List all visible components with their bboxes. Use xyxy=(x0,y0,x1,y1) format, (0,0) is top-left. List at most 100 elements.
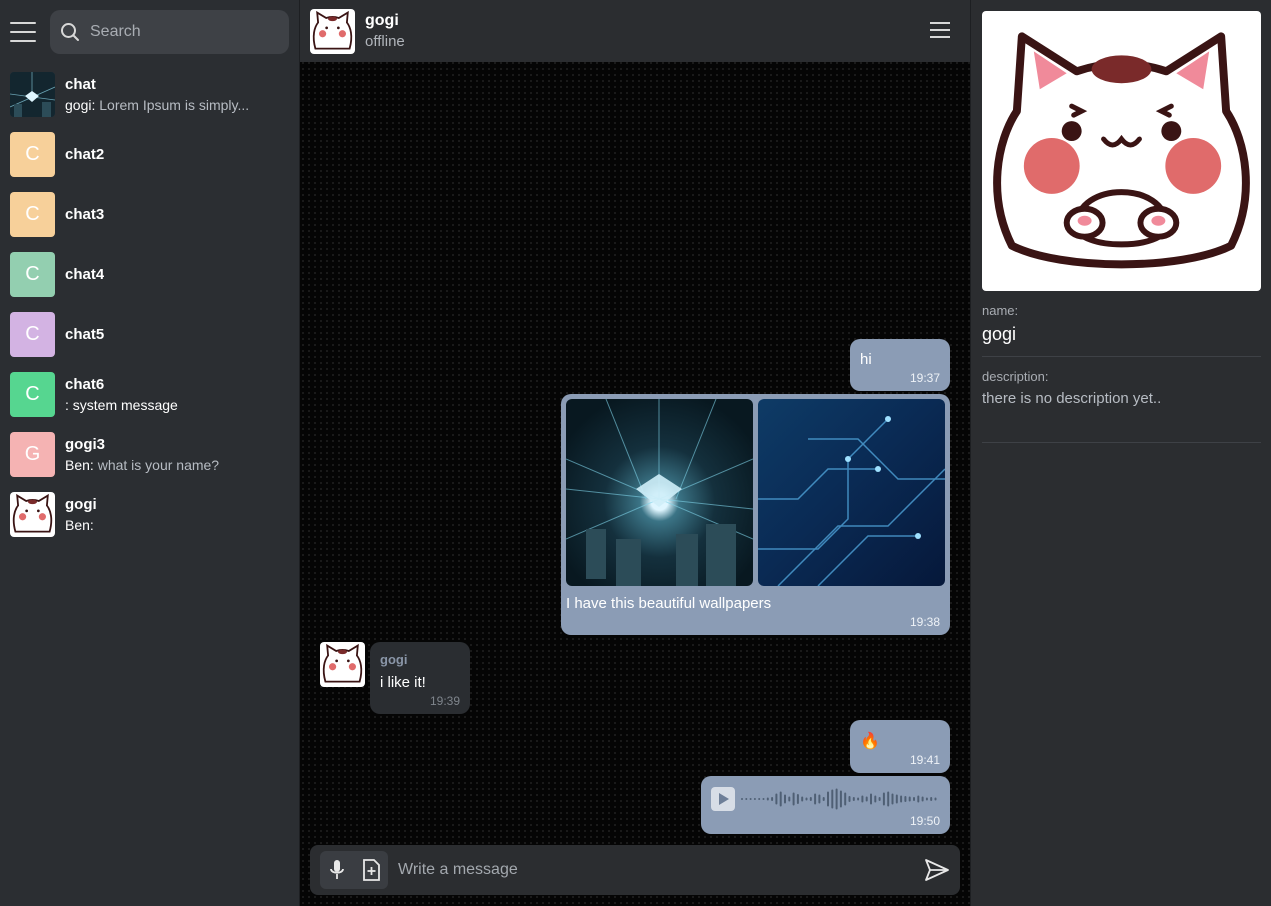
cat-avatar-icon xyxy=(322,643,363,683)
header-avatar[interactable] xyxy=(310,8,355,54)
message-composer xyxy=(310,845,960,895)
message-bubble-gallery[interactable]: I have this beautiful wallpapers 19:38 xyxy=(561,394,950,635)
search-box[interactable] xyxy=(50,10,289,54)
waveform-bar xyxy=(844,792,847,806)
play-icon xyxy=(719,793,729,805)
sender-avatar[interactable] xyxy=(320,642,365,687)
waveform-bar xyxy=(874,795,877,803)
message-input[interactable] xyxy=(398,861,924,879)
chat-preview-text: what is your name? xyxy=(97,456,220,473)
profile-panel: name: gogi description: there is no desc… xyxy=(970,0,1271,906)
waveform-bar xyxy=(753,798,756,800)
voice-message-bubble[interactable]: 19:50 xyxy=(701,776,950,834)
circuit-board-graphic xyxy=(758,416,945,586)
waveform-bar xyxy=(839,790,842,808)
conversation-title: gogi xyxy=(365,12,399,29)
waveform-bar xyxy=(827,791,829,807)
waveform-bar xyxy=(805,797,808,801)
chat-list-sidebar: chat gogi: Lorem Ipsum is simply... Cchat2… xyxy=(0,0,300,906)
waveform-bar xyxy=(796,794,799,804)
sidebar-top-bar xyxy=(0,0,299,64)
chat-name: chat xyxy=(65,75,96,93)
message-text: I have this beautiful wallpapers xyxy=(566,595,772,612)
chat-info: chat2 xyxy=(65,146,104,163)
waveform-bar xyxy=(917,795,920,803)
chat-name: gogi3 xyxy=(65,435,105,453)
chat-preview-sender: Ben: xyxy=(65,456,94,473)
cat-avatar-icon xyxy=(993,32,1250,269)
chat-avatar: G xyxy=(10,431,55,477)
waveform-bar xyxy=(870,793,872,805)
chat-list-item[interactable]: Cchat2 xyxy=(0,124,299,184)
chat-info: gogi3 Ben: what is your name? xyxy=(65,436,219,473)
waveform-bar xyxy=(848,796,851,802)
wallpaper-image-2[interactable] xyxy=(758,399,945,586)
chat-name: chat6 xyxy=(65,375,105,393)
chat-name: chat5 xyxy=(65,325,105,343)
waveform-bar xyxy=(762,798,765,800)
waveform-bar xyxy=(925,797,928,801)
attach-file-icon[interactable] xyxy=(360,858,382,882)
message-bubble[interactable]: hi 19:37 xyxy=(850,339,950,391)
circuit-city-graphic xyxy=(566,399,753,586)
waveform-bar xyxy=(784,794,786,804)
waveform-bar xyxy=(908,796,911,802)
chat-list-item[interactable]: Cchat6: system message xyxy=(0,364,299,424)
message-time: 19:37 xyxy=(909,371,940,385)
chat-name: gogi xyxy=(65,495,97,513)
profile-description: there is no description yet.. xyxy=(982,390,1162,407)
waveform-bar xyxy=(891,793,894,805)
chat-info: chat4 xyxy=(65,266,104,283)
conversation-pane: gogi offline hi 19:37 I have this beauti… xyxy=(300,0,970,906)
waveform-bar xyxy=(900,795,903,803)
message-bubble[interactable]: 🔥 19:41 xyxy=(850,720,950,773)
waveform-bar xyxy=(792,792,795,806)
chat-preview: gogi: Lorem Ipsum is simply... xyxy=(65,97,249,113)
profile-name: gogi xyxy=(982,324,1017,344)
conversation-menu-icon[interactable] xyxy=(930,22,950,38)
waveform-bar xyxy=(904,796,907,802)
chat-preview-sender: gogi: xyxy=(65,96,96,113)
chat-list-item[interactable]: Ggogi3 Ben: what is your name? xyxy=(0,424,299,484)
chat-avatar: C xyxy=(10,311,55,357)
waveform-bar xyxy=(771,797,774,801)
conversation-header: gogi offline xyxy=(300,0,970,62)
chat-preview: Ben: what is your name? xyxy=(65,457,219,473)
divider xyxy=(982,356,1261,357)
chat-list-item[interactable]: chat gogi: Lorem Ipsum is simply... xyxy=(0,64,299,124)
chat-avatar xyxy=(10,491,55,537)
waveform-bar xyxy=(758,798,761,800)
waveform-bar xyxy=(779,791,782,807)
waveform-bar xyxy=(745,798,748,800)
waveform-bar xyxy=(809,797,812,801)
play-button[interactable] xyxy=(711,787,735,811)
wallpaper-image-1[interactable] xyxy=(566,399,753,586)
waveform-bar xyxy=(865,796,868,802)
chat-image-avatar xyxy=(10,71,55,117)
profile-picture[interactable] xyxy=(982,11,1261,291)
search-icon xyxy=(61,23,79,41)
chat-list-item[interactable]: Cchat5 xyxy=(0,304,299,364)
cat-avatar-icon xyxy=(312,10,353,49)
chat-preview-text: Lorem Ipsum is simply... xyxy=(99,96,250,113)
waveform-bar xyxy=(861,795,864,803)
chat-info: chat6 : system message xyxy=(65,376,178,413)
search-input[interactable] xyxy=(90,23,270,41)
waveform-bar xyxy=(814,793,817,805)
chat-list: chat gogi: Lorem Ipsum is simply... Cchat2… xyxy=(0,64,299,544)
chat-list-item[interactable]: gogi Ben: xyxy=(0,484,299,544)
message-time: 19:50 xyxy=(909,814,940,828)
chat-preview: : system message xyxy=(65,397,178,413)
send-icon[interactable] xyxy=(924,858,950,882)
chat-list-item[interactable]: Cchat3 xyxy=(0,184,299,244)
message-text: 🔥 xyxy=(860,733,880,750)
waveform-bar xyxy=(913,797,915,801)
divider xyxy=(982,442,1261,443)
composer-tools xyxy=(320,851,388,889)
message-bubble-incoming[interactable]: gogi i like it! 19:39 xyxy=(370,642,470,714)
microphone-icon[interactable] xyxy=(327,859,347,881)
chat-list-item[interactable]: Cchat4 xyxy=(0,244,299,304)
chat-info: chat gogi: Lorem Ipsum is simply... xyxy=(65,76,249,113)
waveform-bar xyxy=(818,794,821,804)
menu-icon[interactable] xyxy=(10,22,36,42)
